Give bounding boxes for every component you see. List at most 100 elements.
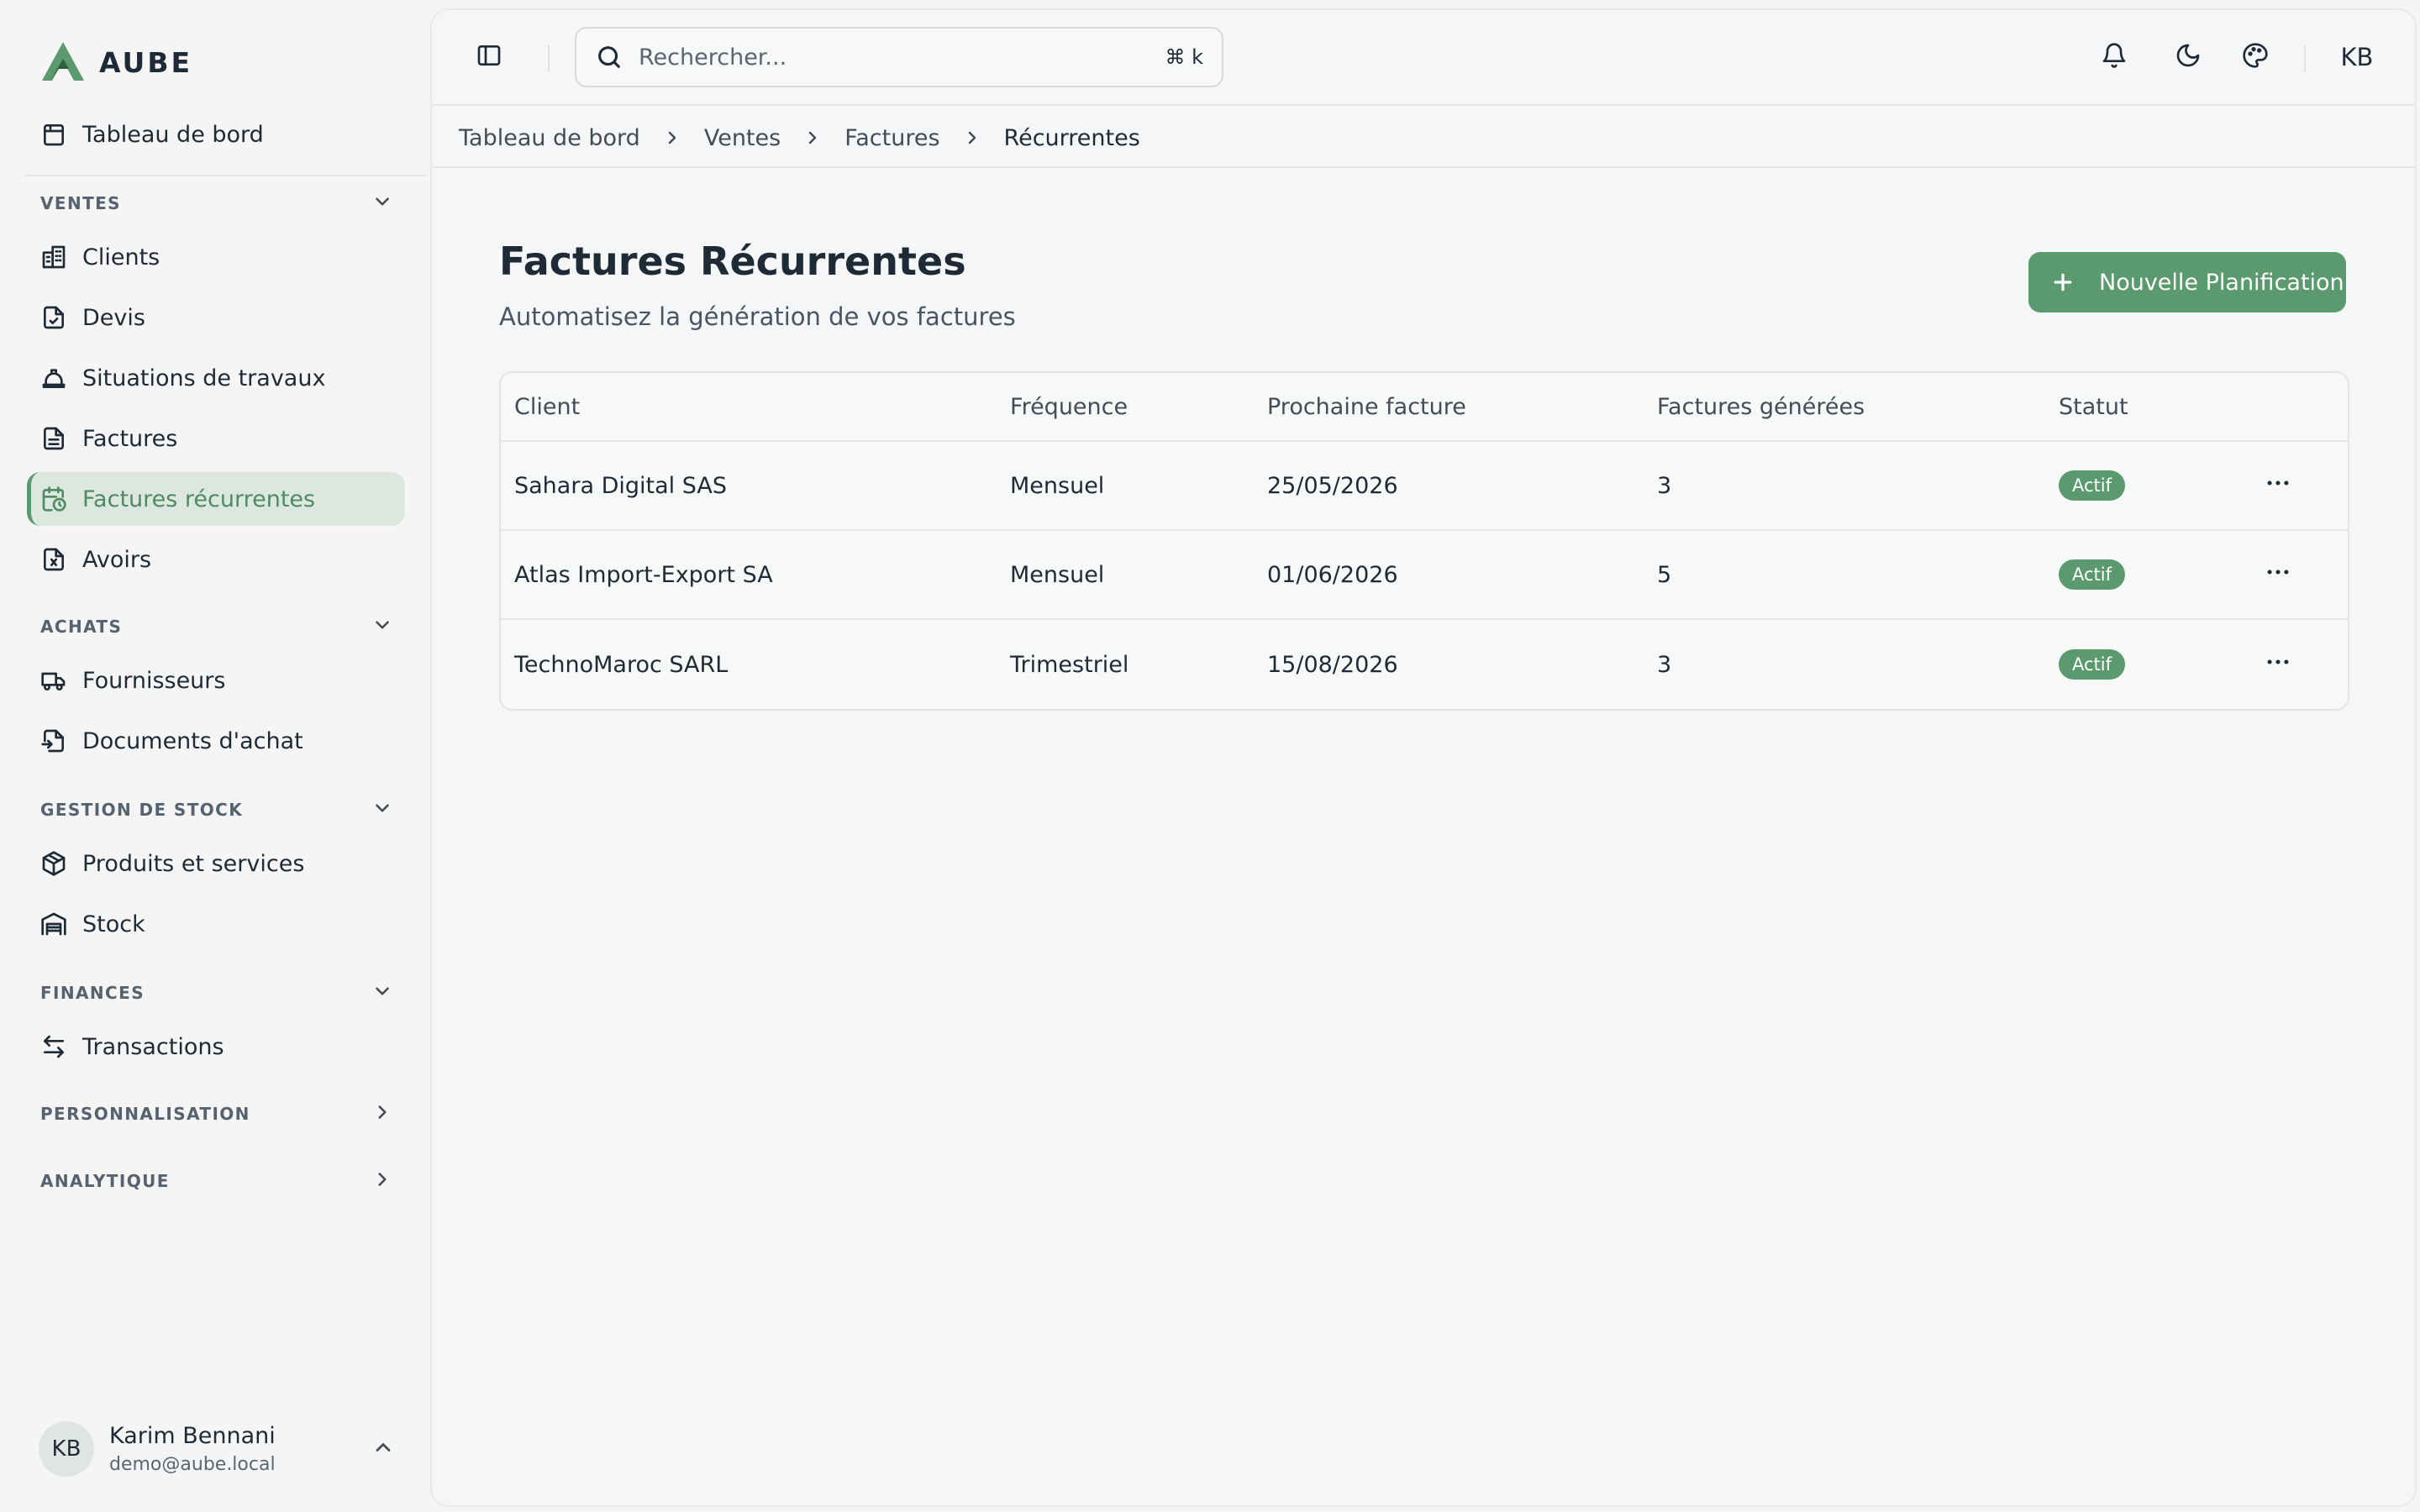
sidebar-item-label: Clients <box>82 244 160 270</box>
plus-icon <box>2050 270 2075 295</box>
sidebar-item-label: Produits et services <box>82 850 305 877</box>
section-achats[interactable]: ACHATS <box>40 610 393 643</box>
chevron-right-icon <box>962 128 982 148</box>
column-header-statut[interactable]: Statut <box>2059 394 2128 420</box>
sidebar-item-dashboard[interactable]: Tableau de bord <box>27 108 405 161</box>
file-input-icon <box>40 727 67 754</box>
section-label: ANALYTIQUE <box>40 1171 170 1191</box>
sidebar-item-transactions[interactable]: Transactions <box>27 1020 405 1074</box>
breadcrumb: Tableau de bord Ventes Factures Récurren… <box>459 119 1140 156</box>
palette-icon <box>2242 42 2269 72</box>
sidebar-divider <box>25 175 427 176</box>
warehouse-icon <box>40 911 67 937</box>
user-menu[interactable]: KB Karim Bennani demo@aube.local <box>39 1420 395 1478</box>
section-ventes[interactable]: VENTES <box>40 186 393 220</box>
chevron-right-icon <box>371 1101 393 1127</box>
cell-frequency: Trimestriel <box>1010 651 1129 678</box>
search-shortcut: ⌘ k <box>1165 45 1203 69</box>
breadcrumb-link[interactable]: Tableau de bord <box>459 125 640 151</box>
section-label: GESTION DE STOCK <box>40 800 244 820</box>
sidebar-item-situations-de-travaux[interactable]: Situations de travaux <box>27 351 405 405</box>
section-label: ACHATS <box>40 617 123 637</box>
file-x-icon <box>40 546 67 573</box>
sidebar-item-factures[interactable]: Factures <box>27 412 405 465</box>
sidebar-item-label: Avoirs <box>82 546 152 573</box>
sidebar-item-label: Transactions <box>82 1033 224 1060</box>
section-analytique[interactable]: ANALYTIQUE <box>40 1164 393 1198</box>
sidebar-item-clients[interactable]: Clients <box>27 230 405 284</box>
cell-generated-count: 3 <box>1657 472 1672 499</box>
package-icon <box>40 850 67 877</box>
sidebar-item-stock[interactable]: Stock <box>27 897 405 951</box>
breadcrumb-current: Récurrentes <box>1003 124 1140 151</box>
more-horizontal-icon <box>2264 566 2292 592</box>
calendar-clock-icon <box>40 486 67 512</box>
new-schedule-button[interactable]: Nouvelle Planification <box>2028 252 2346 312</box>
section-label: PERSONNALISATION <box>40 1104 250 1124</box>
aube-logo-icon <box>39 39 87 86</box>
cell-client: Atlas Import-Export SA <box>514 561 773 588</box>
cell-next-invoice: 25/05/2026 <box>1267 472 1398 499</box>
table-row[interactable]: Sahara Digital SAS Mensuel 25/05/2026 3 … <box>501 442 2348 531</box>
breadcrumb-divider <box>432 166 2415 168</box>
notifications-button[interactable] <box>2097 40 2131 74</box>
brand-name: AUBE <box>99 45 193 79</box>
sidebar-item-avoirs[interactable]: Avoirs <box>27 533 405 586</box>
sidebar-item-label: Devis <box>82 304 145 331</box>
sidebar-item-label: Fournisseurs <box>82 667 226 694</box>
column-header-prochaine-facture[interactable]: Prochaine facture <box>1267 394 1466 420</box>
chevron-right-icon <box>662 128 682 148</box>
breadcrumb-link[interactable]: Factures <box>844 125 939 151</box>
cell-next-invoice: 01/06/2026 <box>1267 561 1398 588</box>
section-personnalisation[interactable]: PERSONNALISATION <box>40 1097 393 1131</box>
sidebar-item-factures-recurrentes[interactable]: Factures récurrentes <box>27 472 405 526</box>
chevron-up-icon[interactable] <box>371 1436 395 1462</box>
user-email: demo@aube.local <box>109 1454 276 1475</box>
theme-toggle-button[interactable] <box>2171 40 2205 74</box>
chevron-right-icon <box>371 1168 393 1194</box>
palette-button[interactable] <box>2238 40 2272 74</box>
file-text-icon <box>40 425 67 452</box>
status-badge: Actif <box>2059 559 2126 590</box>
sidebar-item-label: Documents d'achat <box>82 727 303 754</box>
toolbar-divider <box>2304 45 2306 72</box>
user-name: Karim Bennani <box>109 1423 276 1449</box>
sidebar-item-documents-achat[interactable]: Documents d'achat <box>27 714 405 768</box>
toggle-sidebar-button[interactable] <box>472 40 506 74</box>
sidebar-item-label: Situations de travaux <box>82 365 326 391</box>
sidebar-item-label: Factures récurrentes <box>82 486 316 512</box>
page-subtitle: Automatisez la génération de vos facture… <box>499 302 1016 331</box>
avatar[interactable]: KB <box>2333 35 2381 79</box>
hard-hat-icon <box>40 365 67 391</box>
section-gestion-de-stock[interactable]: GESTION DE STOCK <box>40 793 393 827</box>
column-header-client[interactable]: Client <box>514 394 580 420</box>
breadcrumb-link[interactable]: Ventes <box>704 125 781 151</box>
button-label: Nouvelle Planification <box>2099 269 2344 296</box>
row-actions-button[interactable] <box>2264 469 2292 503</box>
section-label: VENTES <box>40 193 121 213</box>
brand-logo[interactable]: AUBE <box>39 39 192 86</box>
column-header-factures-generees[interactable]: Factures générées <box>1657 394 1865 420</box>
search-input[interactable]: Rechercher... ⌘ k <box>575 27 1223 87</box>
status-badge: Actif <box>2059 649 2126 680</box>
toolbar-divider <box>548 45 550 72</box>
recurring-invoices-table: Client Fréquence Prochaine facture Factu… <box>499 371 2349 711</box>
sidebar-item-devis[interactable]: Devis <box>27 291 405 344</box>
sidebar-item-label: Factures <box>82 425 178 452</box>
arrows-left-right-icon <box>40 1033 67 1060</box>
cell-client: Sahara Digital SAS <box>514 472 727 499</box>
truck-icon <box>40 667 67 694</box>
chevron-down-icon <box>371 614 393 640</box>
table-row[interactable]: Atlas Import-Export SA Mensuel 01/06/202… <box>501 531 2348 620</box>
row-actions-button[interactable] <box>2264 558 2292 592</box>
column-header-frequence[interactable]: Fréquence <box>1010 394 1128 420</box>
sidebar-item-fournisseurs[interactable]: Fournisseurs <box>27 654 405 707</box>
table-row[interactable]: TechnoMaroc SARL Trimestriel 15/08/2026 … <box>501 620 2348 709</box>
sidebar-item-produits-et-services[interactable]: Produits et services <box>27 837 405 890</box>
cell-client: TechnoMaroc SARL <box>514 651 729 678</box>
page-title: Factures Récurrentes <box>499 239 966 284</box>
avatar: KB <box>39 1421 94 1477</box>
section-finances[interactable]: FINANCES <box>40 976 393 1010</box>
row-actions-button[interactable] <box>2264 648 2292 682</box>
user-info: Karim Bennani demo@aube.local <box>109 1423 371 1475</box>
